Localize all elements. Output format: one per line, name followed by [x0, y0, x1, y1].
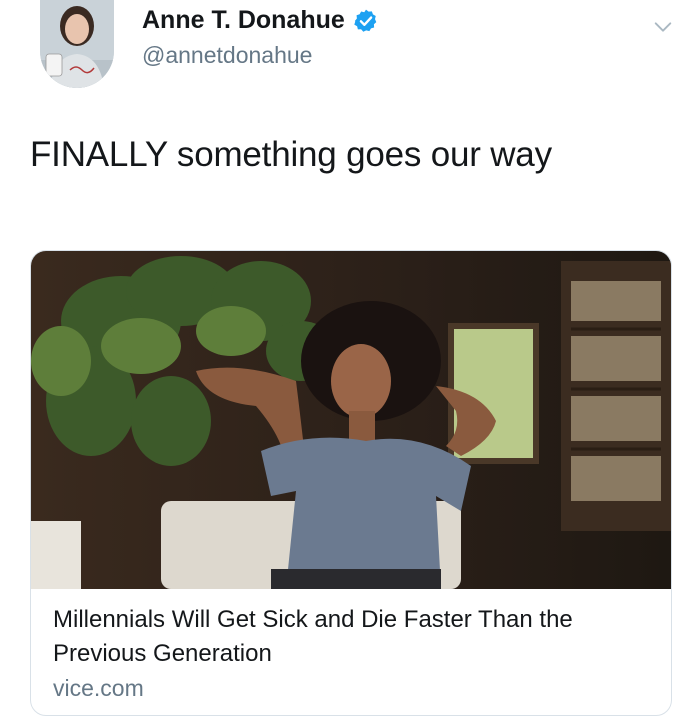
name-row: Anne T. Donahue	[142, 6, 379, 35]
profile-photo-icon	[40, 0, 114, 88]
card-title[interactable]: Millennials Will Get Sick and Die Faster…	[53, 603, 649, 671]
link-card[interactable]: Millennials Will Get Sick and Die Faster…	[30, 250, 672, 716]
verified-badge-icon	[354, 9, 377, 32]
tweet-text: FINALLY something goes our way	[30, 135, 552, 174]
chevron-down-icon[interactable]	[652, 16, 674, 38]
card-body: Millennials Will Get Sick and Die Faster…	[53, 603, 649, 702]
card-domain: vice.com	[53, 675, 144, 701]
card-image	[31, 251, 671, 589]
user-handle[interactable]: @annetdonahue	[142, 42, 312, 69]
avatar[interactable]	[40, 0, 114, 88]
display-name[interactable]: Anne T. Donahue	[142, 6, 345, 35]
